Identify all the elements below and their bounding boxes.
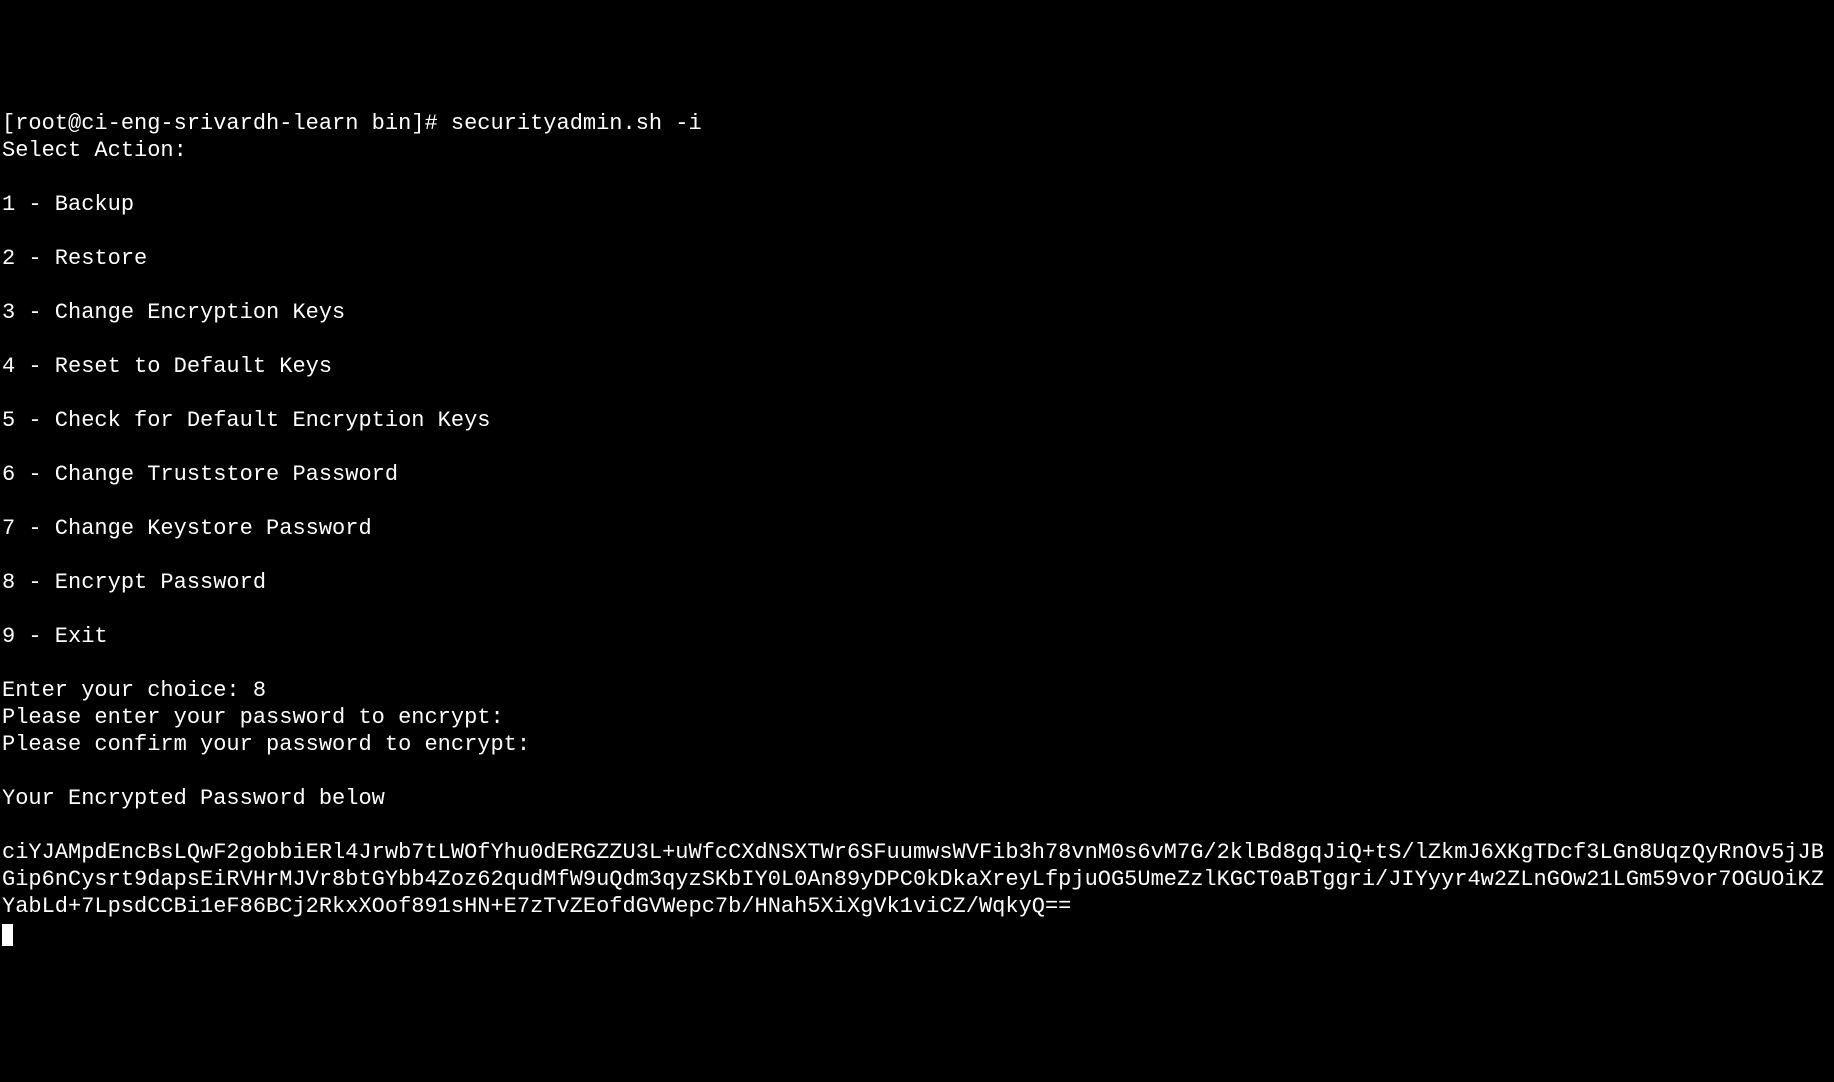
menu-option-7: 7 - Change Keystore Password xyxy=(2,516,372,541)
menu-option-2: 2 - Restore xyxy=(2,246,147,271)
menu-option-4: 4 - Reset to Default Keys xyxy=(2,354,332,379)
menu-option-6: 6 - Change Truststore Password xyxy=(2,462,398,487)
encrypted-password-value: ciYJAMpdEncBsLQwF2gobbiERl4Jrwb7tLWOfYhu… xyxy=(2,840,1824,919)
cursor-icon xyxy=(2,924,13,946)
encrypted-header: Your Encrypted Password below xyxy=(2,786,385,811)
password-prompt-1: Please enter your password to encrypt: xyxy=(2,705,504,730)
menu-option-3: 3 - Change Encryption Keys xyxy=(2,300,345,325)
command-input: securityadmin.sh -i xyxy=(451,111,702,136)
choice-value: 8 xyxy=(253,678,266,703)
enter-choice-prompt: Enter your choice: xyxy=(2,678,253,703)
shell-prompt: [root@ci-eng-srivardh-learn bin]# xyxy=(2,111,451,136)
terminal-output[interactable]: [root@ci-eng-srivardh-learn bin]# securi… xyxy=(2,110,1832,947)
menu-option-8: 8 - Encrypt Password xyxy=(2,570,266,595)
password-prompt-2: Please confirm your password to encrypt: xyxy=(2,732,530,757)
menu-option-5: 5 - Check for Default Encryption Keys xyxy=(2,408,490,433)
select-action-header: Select Action: xyxy=(2,138,187,163)
menu-option-9: 9 - Exit xyxy=(2,624,108,649)
menu-option-1: 1 - Backup xyxy=(2,192,134,217)
